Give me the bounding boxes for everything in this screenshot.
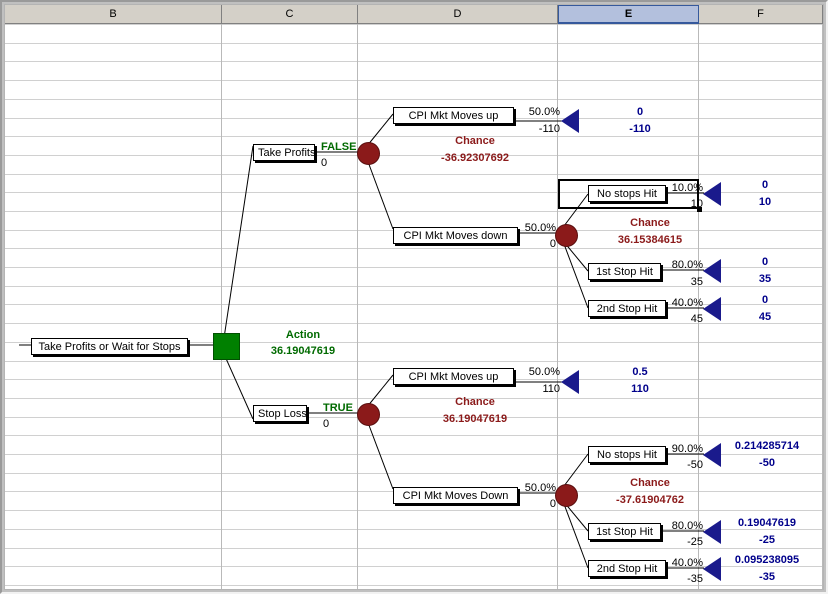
lower-chance-label: Chance bbox=[455, 396, 495, 408]
column-header-c[interactable]: C bbox=[222, 5, 358, 23]
lower-chance-value: 36.19047619 bbox=[442, 413, 508, 425]
upper-cpi-up-endpoint-value: -110 bbox=[629, 123, 651, 135]
lower-1st-stop-prob: 80.0% bbox=[671, 520, 703, 532]
tree-node-take-profits[interactable]: Take Profits bbox=[253, 144, 315, 161]
upper-chance-label: Chance bbox=[455, 135, 495, 147]
lower-down-chance-label: Chance bbox=[630, 477, 670, 489]
tree-node-lower-1st-stop-hit[interactable]: 1st Stop Hit bbox=[588, 523, 661, 540]
lower-cpi-down-prob: 50.0% bbox=[524, 482, 556, 494]
lower-1st-stop-payoff: -25 bbox=[687, 536, 703, 548]
lower-2nd-stop-prob: 40.0% bbox=[671, 557, 703, 569]
column-header-f[interactable]: F bbox=[699, 5, 823, 23]
tree-node-upper-cpi-up[interactable]: CPI Mkt Moves up bbox=[393, 107, 514, 124]
root-node-type-label: Action bbox=[285, 329, 321, 341]
upper-1st-stop-endpoint-prob: 0 bbox=[761, 256, 769, 268]
worksheet-area: B C D E F Take Profits or Wait for Stops… bbox=[4, 4, 824, 590]
endpoint-triangle-upper-no-stops bbox=[703, 182, 721, 206]
upper-2nd-stop-payoff: 45 bbox=[690, 313, 703, 325]
upper-cpi-up-prob: 50.0% bbox=[528, 106, 560, 118]
upper-no-stops-payoff: 10 bbox=[690, 198, 703, 210]
column-header-b[interactable]: B bbox=[5, 5, 222, 23]
lower-no-stops-payoff: -50 bbox=[687, 459, 703, 471]
tree-node-root[interactable]: Take Profits or Wait for Stops bbox=[31, 338, 188, 355]
branch-flag-false: FALSE bbox=[321, 141, 357, 153]
lower-no-stops-prob: 90.0% bbox=[671, 443, 703, 455]
excel-window: B C D E F Take Profits or Wait for Stops… bbox=[0, 0, 828, 594]
endpoint-triangle-upper-1st-stop bbox=[703, 259, 721, 283]
lower-1st-stop-endpoint-prob: 0.19047619 bbox=[737, 517, 797, 529]
upper-cpi-up-endpoint-prob: 0 bbox=[636, 106, 644, 118]
decision-node-root[interactable] bbox=[213, 333, 240, 360]
upper-cpi-down-payoff: 0 bbox=[549, 238, 556, 250]
lower-down-chance-value: -37.61904762 bbox=[616, 494, 684, 506]
lower-cpi-up-endpoint-value: 110 bbox=[631, 383, 649, 395]
upper-cpi-up-payoff: -110 bbox=[538, 123, 560, 135]
lower-2nd-stop-endpoint-value: -35 bbox=[759, 571, 775, 583]
endpoint-triangle-upper-2nd-stop bbox=[703, 297, 721, 321]
upper-chance-value: -36.92307692 bbox=[441, 152, 509, 164]
endpoint-triangle-lower-up bbox=[561, 370, 579, 394]
tree-node-upper-1st-stop-hit[interactable]: 1st Stop Hit bbox=[588, 263, 661, 280]
tree-node-lower-cpi-up[interactable]: CPI Mkt Moves up bbox=[393, 368, 514, 385]
upper-no-stops-endpoint-prob: 0 bbox=[761, 179, 769, 191]
upper-2nd-stop-endpoint-prob: 0 bbox=[761, 294, 769, 306]
root-value: 36.19047619 bbox=[270, 345, 336, 357]
tree-node-upper-cpi-down[interactable]: CPI Mkt Moves down bbox=[393, 227, 518, 244]
branch-payoff-take-profits: 0 bbox=[321, 157, 328, 169]
upper-cpi-down-prob: 50.0% bbox=[524, 222, 556, 234]
upper-1st-stop-prob: 80.0% bbox=[671, 259, 703, 271]
upper-no-stops-prob: 10.0% bbox=[671, 182, 703, 194]
lower-no-stops-endpoint-prob: 0.214285714 bbox=[734, 440, 800, 452]
column-header-e[interactable]: E bbox=[558, 5, 699, 24]
lower-2nd-stop-endpoint-prob: 0.095238095 bbox=[734, 554, 800, 566]
lower-cpi-up-endpoint-prob: 0.5 bbox=[632, 366, 648, 378]
lower-1st-stop-endpoint-value: -25 bbox=[759, 534, 775, 546]
column-header-bar: B C D E F bbox=[5, 5, 823, 24]
upper-2nd-stop-endpoint-value: 45 bbox=[758, 311, 772, 323]
upper-down-chance-label: Chance bbox=[630, 217, 670, 229]
upper-1st-stop-endpoint-value: 35 bbox=[758, 273, 772, 285]
tree-node-lower-cpi-down[interactable]: CPI Mkt Moves Down bbox=[393, 487, 518, 504]
lower-cpi-up-payoff: 110 bbox=[542, 383, 560, 395]
lower-2nd-stop-payoff: -35 bbox=[687, 573, 703, 585]
lower-cpi-down-payoff: 0 bbox=[549, 498, 556, 510]
tree-node-stop-loss[interactable]: Stop Loss bbox=[253, 405, 307, 422]
branch-payoff-stop-loss: 0 bbox=[323, 418, 330, 430]
upper-2nd-stop-prob: 40.0% bbox=[671, 297, 703, 309]
chance-node-take-profits[interactable] bbox=[357, 142, 380, 165]
upper-no-stops-endpoint-value: 10 bbox=[758, 196, 772, 208]
lower-no-stops-endpoint-value: -50 bbox=[759, 457, 775, 469]
chance-node-stop-loss[interactable] bbox=[357, 403, 380, 426]
branch-flag-true: TRUE bbox=[323, 402, 353, 414]
upper-down-chance-value: 36.15384615 bbox=[617, 234, 683, 246]
column-header-d[interactable]: D bbox=[358, 5, 558, 23]
endpoint-triangle-upper-up bbox=[561, 109, 579, 133]
upper-1st-stop-payoff: 35 bbox=[690, 276, 703, 288]
decision-tree: Take Profits or Wait for Stops Action 36… bbox=[5, 24, 823, 589]
lower-cpi-up-prob: 50.0% bbox=[528, 366, 560, 378]
